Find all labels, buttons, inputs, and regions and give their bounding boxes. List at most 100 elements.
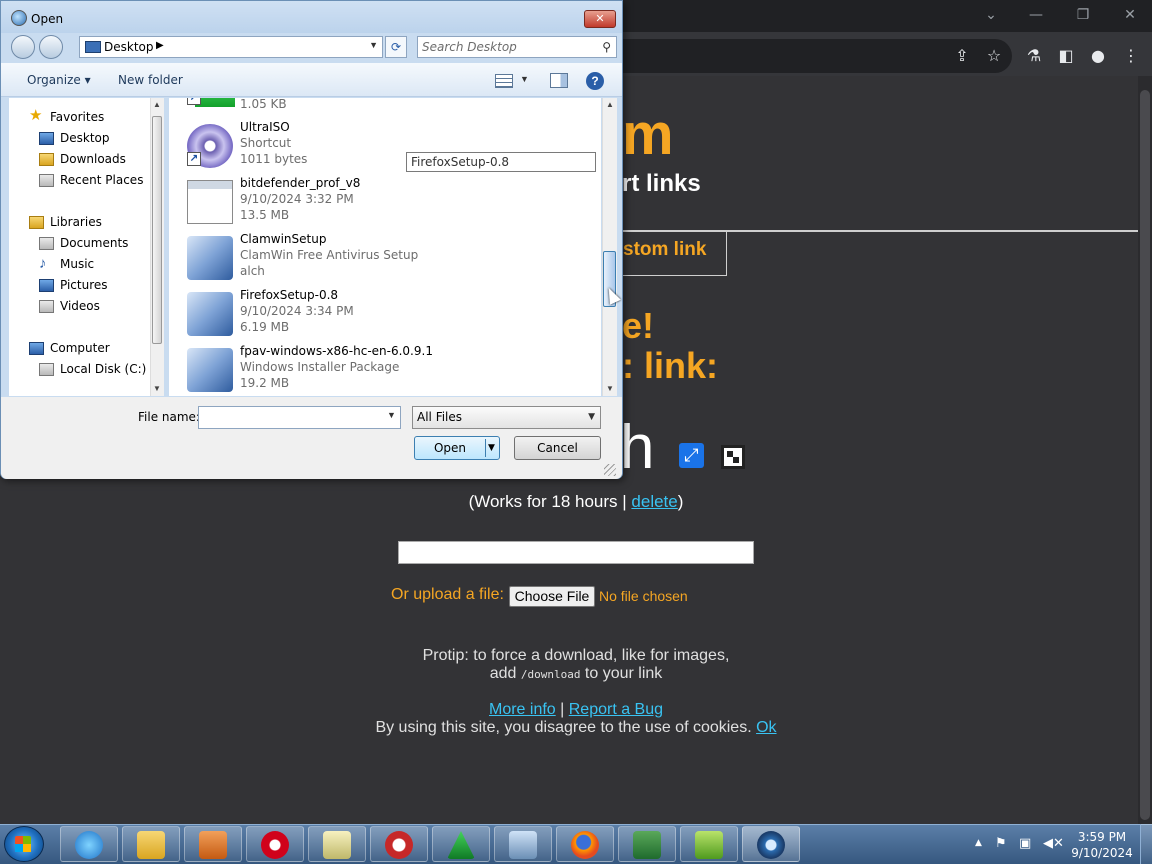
file-name: ClamwinSetup <box>240 232 327 246</box>
refresh-icon[interactable]: ⟳ <box>385 36 407 58</box>
taskbar-opera[interactable] <box>246 826 304 862</box>
system-clock[interactable]: 3:59 PM 9/10/2024 <box>1064 829 1140 861</box>
file-name-dropdown-icon[interactable]: ▼ <box>387 410 396 420</box>
help-icon[interactable]: ? <box>586 72 604 90</box>
share-icon[interactable]: ⇪ <box>950 44 974 68</box>
nav-local-disk[interactable]: Local Disk (C:) <box>60 362 146 376</box>
qr-code-icon[interactable] <box>721 445 745 469</box>
labs-flask-icon[interactable]: ⚗ <box>1022 44 1046 68</box>
view-options-icon[interactable] <box>495 74 513 88</box>
taskbar-avast[interactable] <box>432 826 490 862</box>
green-app-icon <box>195 98 235 107</box>
side-panel-icon[interactable]: ◧ <box>1054 44 1078 68</box>
report-bug-link[interactable]: Report a Bug <box>569 701 663 718</box>
kaspersky-icon <box>633 831 661 859</box>
favorites-star-icon: ★ <box>29 107 43 124</box>
menu-icon[interactable]: ⋮ <box>1119 44 1143 68</box>
show-desktop-button[interactable] <box>1140 824 1152 864</box>
page-scrollbar-thumb[interactable] <box>1140 90 1150 820</box>
search-box[interactable]: ⚲ <box>417 36 617 58</box>
open-file-dialog: Open ✕ Desktop ▶ ▼ ⟳ ⚲ Organize ▾ New fo… <box>0 0 623 479</box>
nav-favorites[interactable]: Favorites <box>50 110 104 124</box>
open-button[interactable]: Open ▼ <box>414 436 500 460</box>
notepad-chart-icon <box>323 831 351 859</box>
file-explorer-icon <box>137 831 165 859</box>
cookie-ok-link[interactable]: Ok <box>756 719 776 736</box>
nav-desktop[interactable]: Desktop <box>60 131 110 145</box>
file-item[interactable]: bitdefender_prof_v8 9/10/2024 3:32 PM 13… <box>169 174 599 230</box>
location-text[interactable]: Desktop <box>104 40 154 54</box>
filter-dropdown-icon[interactable]: ▼ <box>588 407 595 428</box>
preview-pane-icon[interactable] <box>550 73 568 88</box>
nav-scroll-down-icon[interactable]: ▼ <box>153 384 161 393</box>
taskbar-file-explorer[interactable] <box>122 826 180 862</box>
file-item[interactable]: ClamwinSetup ClamWin Free Antivirus Setu… <box>169 230 599 286</box>
nav-computer[interactable]: Computer <box>50 341 110 355</box>
taskbar-media-player[interactable] <box>184 826 242 862</box>
footer-links: More info | Report a Bug <box>0 701 1152 719</box>
custom-link-button[interactable]: stom link <box>610 231 727 276</box>
file-type-filter[interactable]: All Files ▼ <box>412 406 601 429</box>
taskbar-clamwin[interactable] <box>742 826 800 862</box>
search-icon[interactable]: ⚲ <box>602 40 611 54</box>
organize-menu[interactable]: Organize ▾ <box>27 73 91 87</box>
tab-search-icon[interactable]: ⌄ <box>979 6 1003 24</box>
volume-muted-icon[interactable]: ◀✕ <box>1043 836 1064 851</box>
location-bar[interactable]: Desktop ▶ ▼ <box>79 36 383 58</box>
nav-scroll-up-icon[interactable]: ▲ <box>153 100 161 109</box>
taskbar-network-computer[interactable] <box>494 826 552 862</box>
documents-icon <box>39 237 54 250</box>
file-scroll-down-icon[interactable]: ▼ <box>606 384 614 393</box>
network-icon[interactable]: ▣ <box>1019 836 1031 851</box>
nav-music[interactable]: Music <box>60 257 94 271</box>
file-item[interactable]: FirefoxSetup-0.8 9/10/2024 3:34 PM 6.19 … <box>169 286 599 342</box>
minimize-icon[interactable]: — <box>1024 6 1048 24</box>
expiry-text: (Works for 18 hours | <box>468 492 632 511</box>
bookmark-star-icon[interactable]: ☆ <box>982 44 1006 68</box>
file-item[interactable]: fpav-windows-x86-hc-en-6.0.9.1 Windows I… <box>169 342 599 396</box>
dialog-close-button[interactable]: ✕ <box>584 10 616 28</box>
view-dropdown-icon[interactable]: ▼ <box>520 74 529 84</box>
location-dropdown-icon[interactable]: ▼ <box>369 40 378 50</box>
file-scrollbar[interactable] <box>602 98 617 396</box>
file-type: Windows Installer Package <box>240 360 400 374</box>
forward-button[interactable] <box>39 35 63 59</box>
short-link-text[interactable]: h <box>620 412 654 483</box>
nav-libraries[interactable]: Libraries <box>50 215 102 229</box>
profile-icon[interactable]: ● <box>1086 44 1110 68</box>
protip-line2: add /download to your link <box>0 665 1152 684</box>
resize-grip[interactable] <box>604 464 616 476</box>
restore-icon[interactable]: ❐ <box>1071 6 1095 24</box>
taskbar-hijackthis[interactable] <box>370 826 428 862</box>
nav-videos[interactable]: Videos <box>60 299 100 313</box>
nav-scrollbar-thumb[interactable] <box>152 116 162 344</box>
delete-link[interactable]: delete <box>631 492 677 511</box>
back-button[interactable] <box>11 35 35 59</box>
file-name-input[interactable] <box>198 406 401 429</box>
nav-recent-places[interactable]: Recent Places <box>60 173 143 187</box>
taskbar-internet-explorer[interactable] <box>60 826 118 862</box>
taskbar-firefox[interactable] <box>556 826 614 862</box>
action-center-flag-icon[interactable]: ⚑ <box>995 836 1007 851</box>
open-dropdown-icon[interactable]: ▼ <box>488 437 495 459</box>
site-logo[interactable]: m <box>622 101 674 168</box>
dialog-titlebar[interactable] <box>1 1 622 33</box>
new-folder-button[interactable]: New folder <box>118 73 183 87</box>
libraries-icon <box>29 216 44 229</box>
nav-downloads[interactable]: Downloads <box>60 152 126 166</box>
open-link-icon[interactable]: ⤢ <box>679 443 704 468</box>
search-input[interactable] <box>422 39 592 55</box>
taskbar-installer-box[interactable] <box>680 826 738 862</box>
breadcrumb-arrow-icon[interactable]: ▶ <box>156 40 164 51</box>
nav-pictures[interactable]: Pictures <box>60 278 108 292</box>
close-window-icon[interactable]: ✕ <box>1118 6 1142 24</box>
taskbar-kaspersky[interactable] <box>618 826 676 862</box>
cancel-button[interactable]: Cancel <box>514 436 601 460</box>
more-info-link[interactable]: More info <box>489 701 556 718</box>
nav-documents[interactable]: Documents <box>60 236 128 250</box>
tray-expand-icon[interactable]: ▲ <box>975 838 982 848</box>
url-textarea[interactable] <box>398 541 754 564</box>
choose-file-button[interactable]: Choose File <box>509 586 595 607</box>
taskbar-notepad-chart[interactable] <box>308 826 366 862</box>
file-scroll-up-icon[interactable]: ▲ <box>606 100 614 109</box>
